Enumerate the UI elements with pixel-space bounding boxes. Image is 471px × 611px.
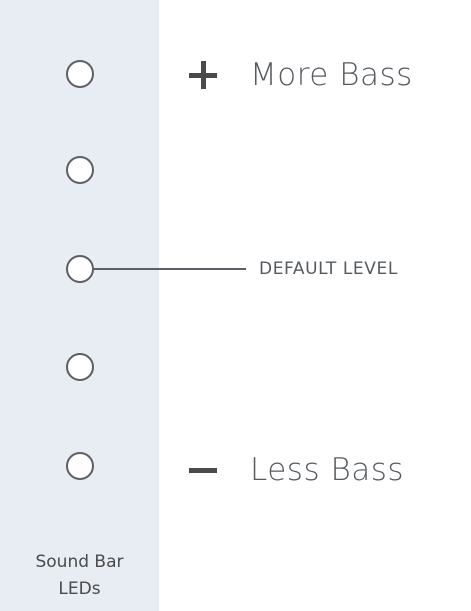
- led-indicator-5: [66, 452, 94, 480]
- led-indicator-4: [66, 353, 94, 381]
- led-indicator-3: [66, 255, 94, 283]
- less-bass-row: Less Bass: [189, 447, 404, 493]
- caption-line-2: LEDs: [58, 579, 101, 599]
- led-indicator-1: [66, 60, 94, 88]
- led-strip-caption: Sound Bar LEDs: [0, 549, 159, 603]
- sound-bar-led-strip: Sound Bar LEDs: [0, 0, 159, 611]
- default-level-connector-line: [94, 268, 246, 270]
- led-indicator-2: [66, 156, 94, 184]
- more-bass-label: More Bass: [250, 57, 413, 93]
- more-bass-row: More Bass: [189, 52, 413, 98]
- caption-line-1: Sound Bar: [35, 552, 124, 572]
- plus-icon: [189, 61, 217, 89]
- less-bass-label: Less Bass: [250, 452, 405, 488]
- minus-icon: [189, 456, 217, 484]
- default-level-label: DEFAULT LEVEL: [259, 259, 398, 279]
